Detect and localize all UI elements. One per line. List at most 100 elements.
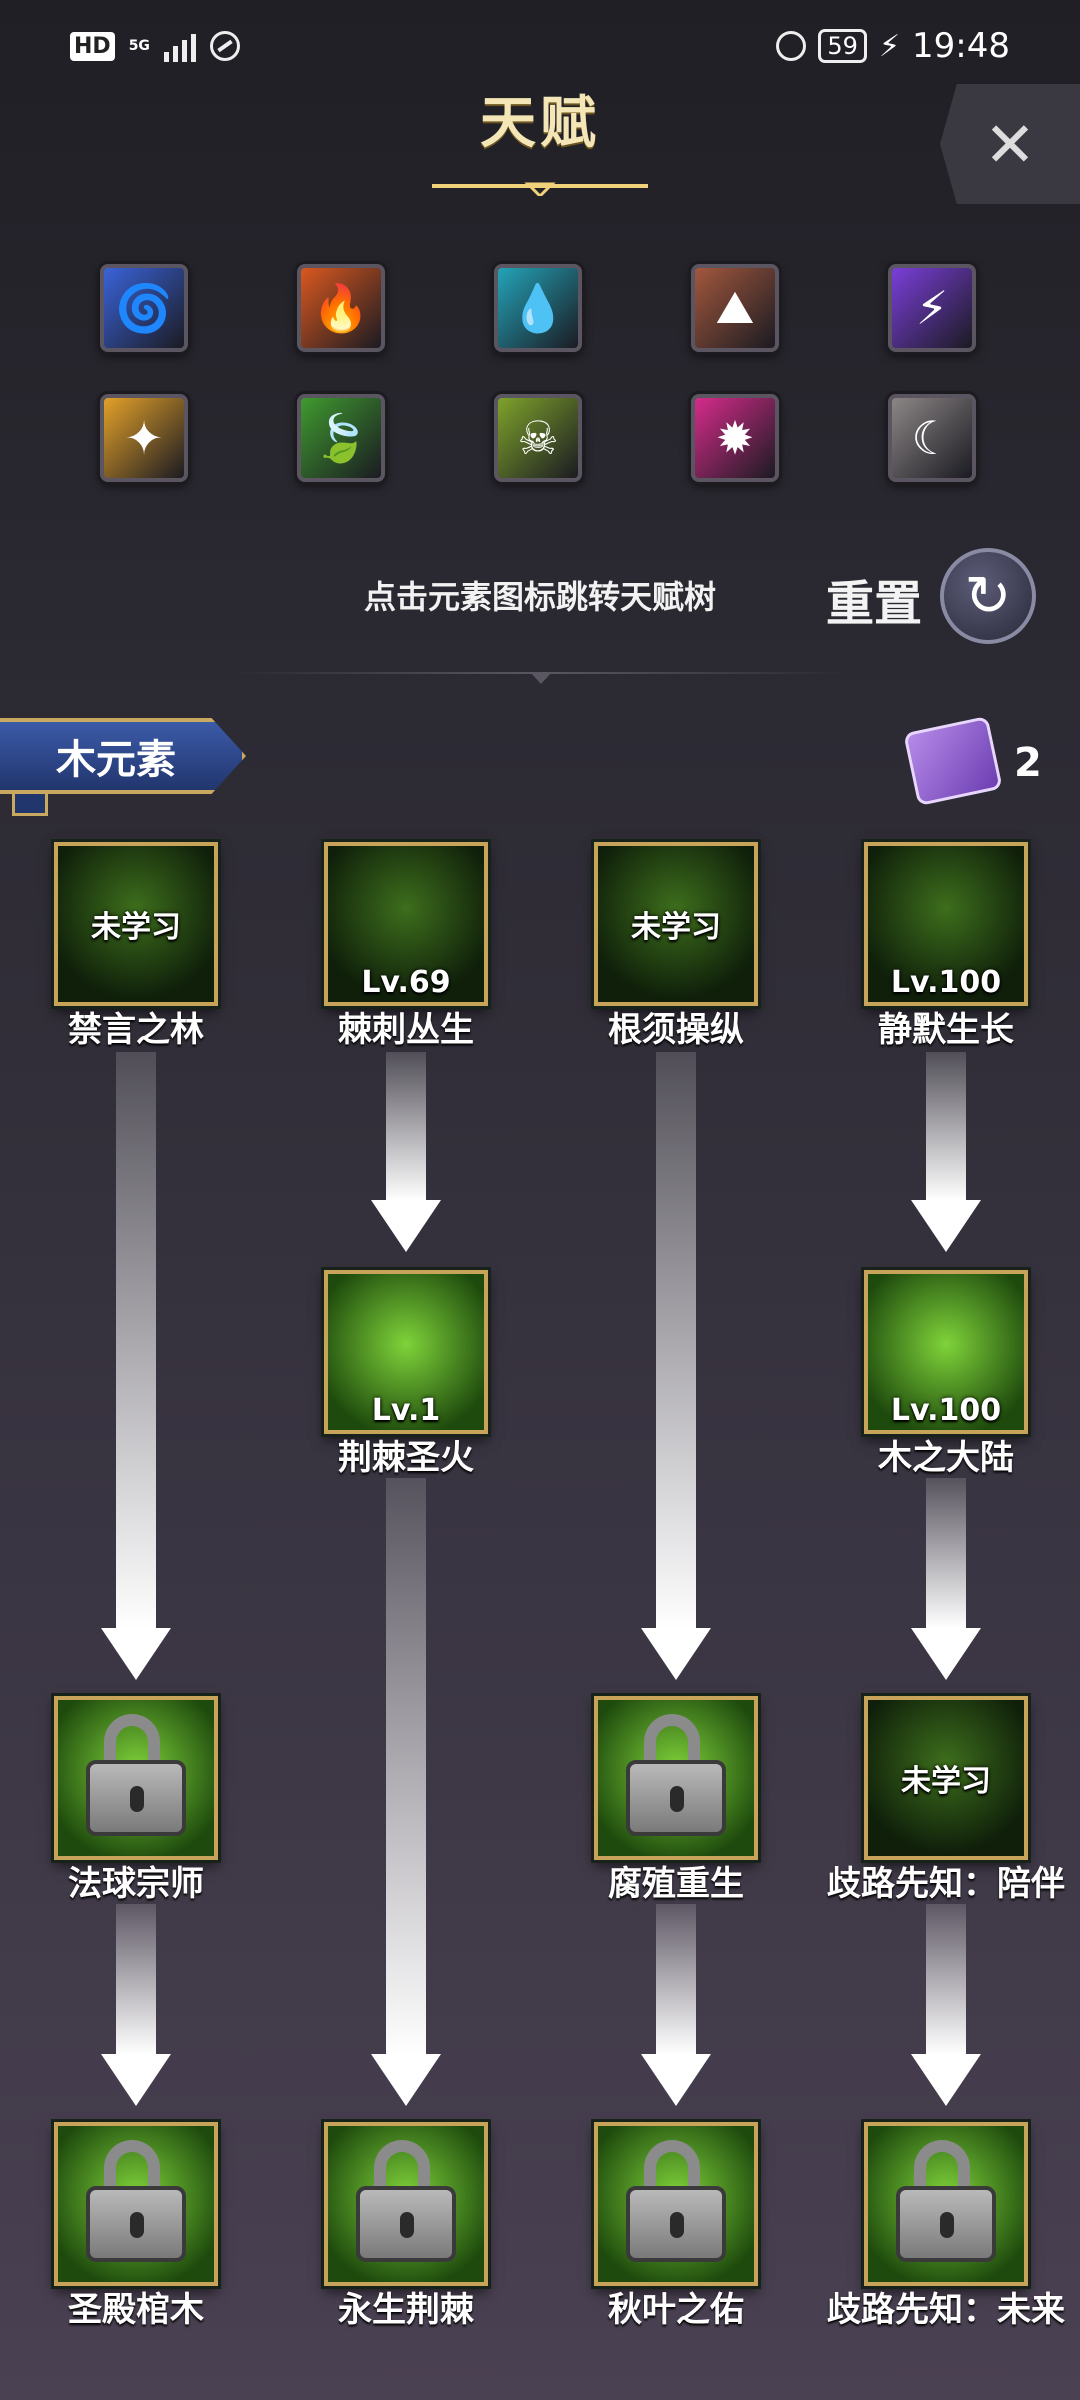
path-arrow: [641, 1052, 711, 1680]
talent-node-n11[interactable]: [324, 2122, 488, 2286]
lock-icon: [626, 1760, 726, 1836]
unlearned-badge: 未学习: [901, 1764, 991, 1799]
path-arrow: [371, 1478, 441, 2106]
talent-node-n10[interactable]: [54, 2122, 218, 2286]
talent-node-n2[interactable]: Lv.69: [324, 842, 488, 1006]
talent-level: Lv.69: [361, 965, 451, 1000]
charging-icon: ⚡: [878, 28, 901, 64]
keyhole: [940, 2212, 954, 2238]
talent-name: 木之大陆: [878, 1438, 1014, 1478]
talent-node-n5[interactable]: Lv.1: [324, 1270, 488, 1434]
arrow-head: [101, 1628, 171, 1680]
keyhole: [400, 2212, 414, 2238]
arrow-shaft: [656, 1904, 696, 2054]
talent-level: Lv.100: [890, 1393, 1002, 1428]
arrow-head: [101, 2054, 171, 2106]
talent-node-n8[interactable]: [594, 1696, 758, 1860]
signal-icon: [163, 30, 196, 62]
talent-name: 根须操纵: [608, 1010, 744, 1050]
arrow-shaft: [116, 1052, 156, 1628]
arrow-shaft: [386, 1052, 426, 1200]
lock-icon: [86, 1760, 186, 1836]
lock-icon: [896, 2186, 996, 2262]
arrow-shaft: [656, 1052, 696, 1628]
page-title: 天赋: [480, 91, 600, 156]
talent-level: Lv.100: [890, 965, 1002, 1000]
arrow-head: [641, 1628, 711, 1680]
lock-icon: [356, 2186, 456, 2262]
status-right: 59 ⚡ 19:48: [776, 26, 1010, 66]
path-arrow: [371, 1052, 441, 1252]
hd-indicator: HD: [70, 31, 115, 61]
title-ornament: [432, 182, 648, 196]
talent-name: 法球宗师: [68, 1864, 204, 1904]
path-arrow: [911, 1904, 981, 2106]
lock-icon: [626, 2186, 726, 2262]
alarm-icon: [776, 31, 807, 61]
poison-element-icon[interactable]: ☠: [494, 394, 582, 482]
talent-name: 静默生长: [878, 1010, 1014, 1050]
talent-level: Lv.1: [371, 1393, 441, 1428]
arrow-shaft: [926, 1904, 966, 2054]
talent-name: 秋叶之佑: [608, 2290, 744, 2330]
keyhole: [670, 2212, 684, 2238]
talent-name: 永生荆棘: [338, 2290, 474, 2330]
talent-scroll-icon: [903, 715, 1003, 807]
clock: 19:48: [912, 26, 1010, 66]
arrow-shaft: [386, 1478, 426, 2054]
wood-element-icon[interactable]: 🍃: [297, 394, 385, 482]
path-arrow: [641, 1904, 711, 2106]
water-element-icon[interactable]: 💧: [494, 264, 582, 352]
talent-node-n4[interactable]: Lv.100: [864, 842, 1028, 1006]
arrow-head: [911, 2054, 981, 2106]
arrow-shaft: [926, 1478, 966, 1628]
arrow-head: [911, 1200, 981, 1252]
arrow-head: [371, 2054, 441, 2106]
talent-name: 圣殿棺木: [68, 2290, 204, 2330]
talent-name: 歧路先知：陪伴: [827, 1864, 1065, 1904]
close-button[interactable]: ✕: [940, 84, 1080, 204]
refresh-icon: ↻: [964, 563, 1012, 629]
lock-icon: [86, 2186, 186, 2262]
talent-node-n13[interactable]: [864, 2122, 1028, 2286]
network-type: 5G: [128, 38, 150, 54]
sync-icon: [209, 31, 240, 61]
talent-node-n1[interactable]: 未学习: [54, 842, 218, 1006]
path-arrow: [101, 1052, 171, 1680]
keyhole: [130, 1786, 144, 1812]
current-element-tag: 木元素: [0, 718, 246, 794]
path-arrow: [911, 1478, 981, 1680]
talent-name: 禁言之林: [68, 1010, 204, 1050]
path-arrow: [911, 1052, 981, 1252]
talent-scroll-count: 2: [1014, 740, 1042, 786]
talent-name: 棘刺丛生: [338, 1010, 474, 1050]
reset-button[interactable]: ↻: [940, 548, 1036, 644]
unlearned-badge: 未学习: [631, 910, 721, 945]
keyhole: [130, 2212, 144, 2238]
talent-name: 荆棘圣火: [338, 1438, 474, 1478]
arrow-shaft: [116, 1904, 156, 2054]
keyhole: [670, 1786, 684, 1812]
thunder-element-icon[interactable]: ⚡: [888, 264, 976, 352]
close-icon: ✕: [984, 107, 1036, 181]
wind-element-icon[interactable]: 🌀: [100, 264, 188, 352]
talent-node-n7[interactable]: [54, 1696, 218, 1860]
arrow-head: [911, 1628, 981, 1680]
moon-element-icon[interactable]: ☾: [888, 394, 976, 482]
battery-icon: 59: [818, 29, 867, 63]
earth-element-icon[interactable]: ⛰: [691, 264, 779, 352]
talent-node-n3[interactable]: 未学习: [594, 842, 758, 1006]
arrow-head: [371, 1200, 441, 1252]
unlearned-badge: 未学习: [91, 910, 181, 945]
divider-notch: [530, 672, 552, 684]
reset-label[interactable]: 重置: [826, 564, 922, 634]
arrow-shaft: [926, 1052, 966, 1200]
talent-node-n9[interactable]: 未学习: [864, 1696, 1028, 1860]
fire-element-icon[interactable]: 🔥: [297, 264, 385, 352]
talent-node-n6[interactable]: Lv.100: [864, 1270, 1028, 1434]
talent-node-n12[interactable]: [594, 2122, 758, 2286]
talent-name: 腐殖重生: [608, 1864, 744, 1904]
light-element-icon[interactable]: ✦: [100, 394, 188, 482]
arcane-element-icon[interactable]: ✹: [691, 394, 779, 482]
talent-name: 歧路先知：未来: [827, 2290, 1065, 2330]
